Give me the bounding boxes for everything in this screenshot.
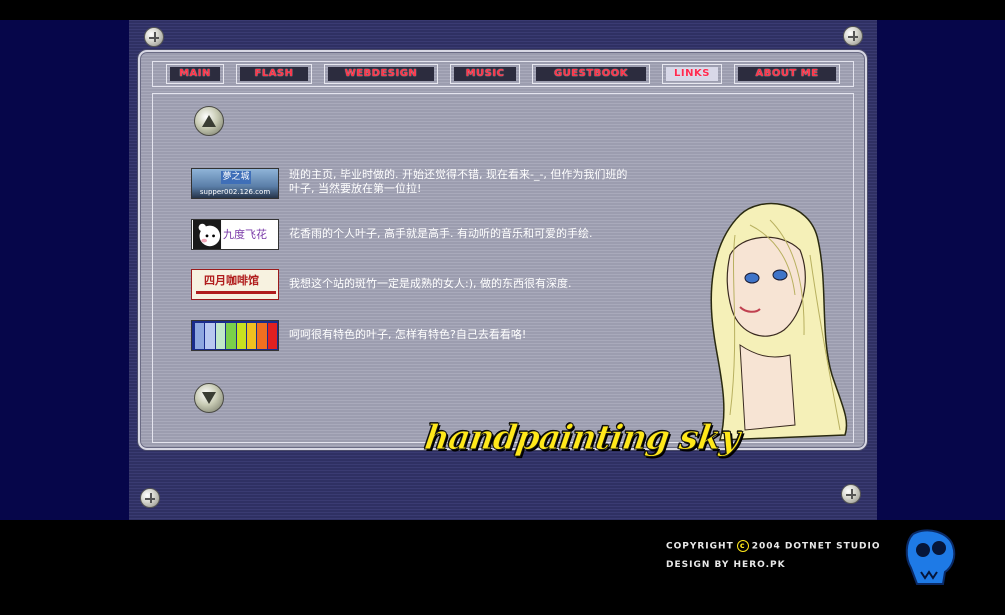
tab-flash[interactable]: FLASH — [236, 64, 312, 84]
tab-main[interactable]: MAIN — [166, 64, 224, 84]
design-credit: DESIGN BY HERO.PK — [666, 560, 786, 570]
site-logo: handpainting sky — [422, 418, 743, 459]
banner-title: 九度飞花 — [223, 228, 267, 241]
footer-bar — [0, 520, 1005, 615]
link-banner-2[interactable]: 九度飞花 — [191, 219, 279, 250]
link-description: 我想这个站的斑竹一定是成熟的女人:), 做的东西很有深度. — [289, 277, 572, 290]
triangle-up-icon — [202, 115, 216, 127]
tab-label: ABOUT ME — [738, 67, 836, 81]
tab-guestbook[interactable]: GUESTBOOK — [532, 64, 650, 84]
tab-music[interactable]: MUSIC — [450, 64, 520, 84]
link-description: 呵呵很有特色的叶子, 怎样有特色?自己去看看咯! — [289, 328, 527, 341]
copyright-suffix: 2004 DOTNET STUDIO — [751, 541, 881, 552]
tab-links[interactable]: LINKS — [662, 64, 722, 84]
scroll-down-button[interactable] — [194, 383, 224, 413]
tab-webdesign[interactable]: WEBDESIGN — [324, 64, 438, 84]
copyright-line: COPYRIGHT c 2004 DOTNET STUDIO — [666, 540, 881, 552]
skull-logo-icon — [905, 529, 956, 585]
screw-icon — [144, 27, 164, 47]
girl-illustration — [710, 202, 848, 441]
triangle-down-icon — [202, 392, 216, 404]
link-description: 花香雨的个人叶子, 高手就是高手. 有动听的音乐和可爱的手绘. — [289, 227, 593, 240]
banner-title: 夢之城 — [221, 171, 251, 184]
link-banner-4[interactable] — [191, 320, 279, 351]
screw-icon — [841, 484, 861, 504]
screw-icon — [843, 26, 863, 46]
tab-label: MAIN — [170, 67, 220, 81]
banner-stripe — [196, 291, 276, 294]
banner-subtitle: supper002.126.com — [199, 188, 271, 196]
tab-label: GUESTBOOK — [536, 67, 646, 81]
banner-blocks — [195, 323, 277, 349]
tab-about-me[interactable]: ABOUT ME — [734, 64, 840, 84]
banner-title: 四月咖啡馆 — [204, 274, 259, 287]
tab-label: MUSIC — [454, 67, 516, 81]
copyright-icon: c — [736, 540, 749, 552]
link-banner-1[interactable]: 夢之城 supper002.126.com — [191, 168, 279, 199]
scroll-up-button[interactable] — [194, 106, 224, 136]
link-description: 班的主页, 毕业时做的. 开始还觉得不错, 现在看来-_-, 但作为我们班的叶子… — [289, 168, 628, 195]
top-bar — [0, 0, 1005, 20]
tab-label: WEBDESIGN — [328, 67, 434, 81]
screw-icon — [140, 488, 160, 508]
tab-label: LINKS — [666, 67, 718, 81]
bear-icon — [192, 220, 222, 249]
copyright-prefix: COPYRIGHT — [666, 541, 734, 552]
tab-label: FLASH — [240, 67, 308, 81]
link-banner-3[interactable]: 四月咖啡馆 — [191, 269, 279, 300]
